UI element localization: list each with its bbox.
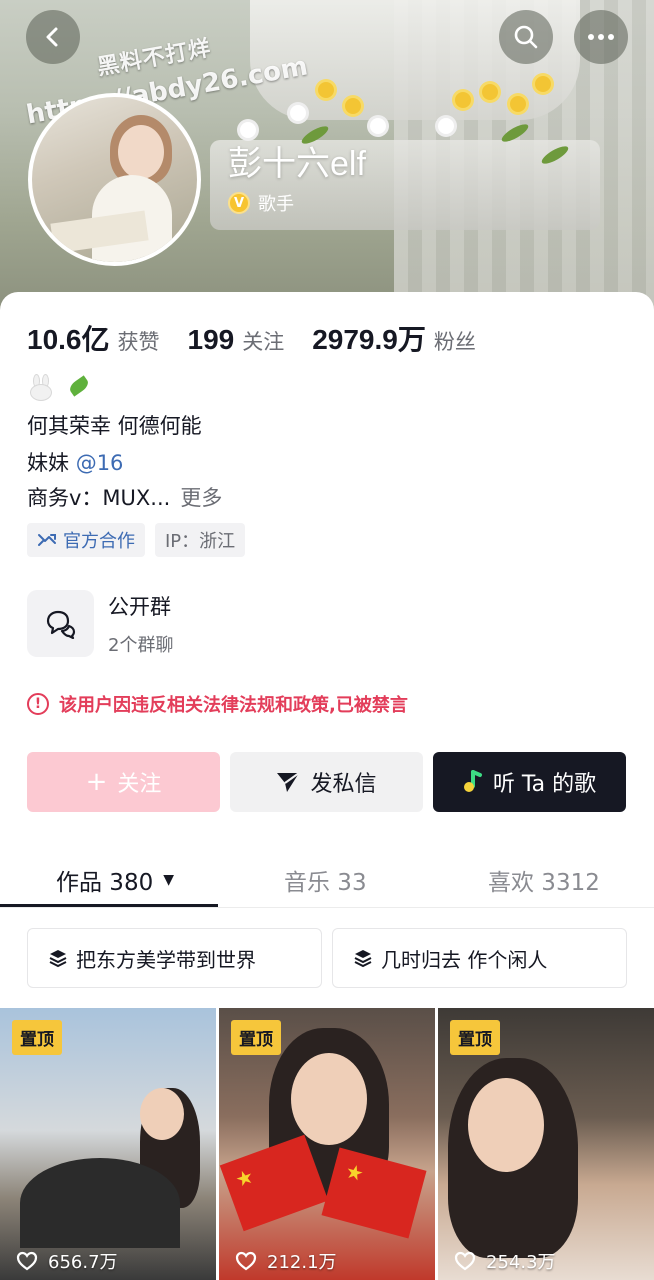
rabbit-icon [27,374,55,402]
public-group-entry[interactable]: 公开群 2个群聊 [27,590,173,657]
official-cooperation-tag[interactable]: 官方合作 [27,523,145,557]
video-grid: 置顶 656.7万 ★ ★ 置顶 212.1万 置顶 254.3万 [0,1008,654,1280]
bio-sister-label: 妹妹 [27,451,76,475]
video-likes: 212.1万 [235,1248,337,1274]
followers-count[interactable]: 2979.9万 [312,318,426,358]
bio-emoji-row [27,374,91,402]
tab-works-label: 作品 380 [56,870,154,896]
ip-location-tag: IP：浙江 [155,523,246,557]
collection-item[interactable]: 几时归去 作个闲人 [332,928,627,988]
bio-more-link[interactable]: 更多 [180,486,222,510]
mention-link[interactable]: @16 [76,451,124,475]
collections-row: 把东方美学带到世界 几时归去 作个闲人 [27,928,627,988]
banned-notice-text: 该用户因违反相关法律法规和政策,已被禁言 [59,695,408,716]
collection-item[interactable]: 把东方美学带到世界 [27,928,322,988]
verified-label: 歌手 [258,194,294,215]
bio-line-3: 商务v：MUX... 更多 [27,482,222,512]
tab-likes[interactable]: 喜欢 3312 [488,852,600,908]
listen-music-label: 听 Ta 的歌 [492,772,597,797]
message-button[interactable]: 发私信 [230,752,423,812]
send-icon [277,772,301,792]
layers-icon [49,950,67,968]
active-tab-indicator [0,904,218,907]
followers-label[interactable]: 粉丝 [434,326,476,356]
business-contact: 商务v：MUX... [27,486,171,510]
flower [510,96,526,112]
caret-down-icon: ▼ [163,872,174,888]
likes-count: 10.6亿 [27,324,110,355]
flower [345,98,361,114]
plus-icon: + [85,767,108,797]
collection-label: 几时归去 作个闲人 [381,947,548,972]
verified-icon: V [228,192,250,214]
flower [455,92,471,108]
official-cooperation-label: 官方合作 [63,531,135,552]
video-thumbnail[interactable]: 置顶 254.3万 [438,1008,654,1280]
video-likes: 656.7万 [16,1248,118,1274]
content-tabs: 作品 380 ▼ 音乐 33 喜欢 3312 [0,852,654,908]
more-dots-icon [588,34,614,40]
layers-icon [354,950,372,968]
tags-row: 官方合作 IP：浙江 [27,523,246,557]
handshake-icon [38,534,56,546]
video-thumbnail[interactable]: ★ ★ 置顶 212.1万 [219,1008,435,1280]
flower [482,84,498,100]
tab-likes-label: 喜欢 3312 [488,870,600,896]
stats-row: 10.6亿 获赞 199 关注 2979.9万 粉丝 [27,318,504,358]
dress-shape [20,1158,180,1248]
video-likes: 254.3万 [454,1248,556,1274]
tab-works[interactable]: 作品 380 ▼ [56,852,174,908]
flower [535,76,551,92]
tab-music[interactable]: 音乐 33 [284,852,367,908]
back-button[interactable] [26,10,80,64]
flag-shape: ★ [321,1147,427,1239]
ip-location-label: IP：浙江 [165,531,236,552]
profile-card: 10.6亿 获赞 199 关注 2979.9万 粉丝 何其荣幸 何德何能 妹妹 … [0,292,654,1280]
video-likes-count: 254.3万 [486,1252,556,1273]
group-subtitle: 2个群聊 [108,634,174,656]
follow-button[interactable]: + 关注 [27,752,220,812]
avatar[interactable] [28,93,201,266]
chevron-left-icon [46,27,58,47]
search-icon [514,25,538,49]
following-count[interactable]: 199 [188,324,235,356]
herb-icon [63,374,91,402]
video-thumbnail[interactable]: 置顶 656.7万 [0,1008,216,1280]
verified-badge: V 歌手 [228,190,294,216]
bio-line-2: 妹妹 @16 [27,447,123,477]
flower [438,118,454,134]
flower [370,118,386,134]
banned-notice: ! 该用户因违反相关法律法规和政策,已被禁言 [27,691,408,717]
profile-name: 彭十六elf [228,145,366,183]
avatar-face [118,125,164,179]
heart-icon [16,1251,38,1271]
pinned-badge: 置顶 [231,1020,281,1055]
pinned-badge: 置顶 [450,1020,500,1055]
more-button[interactable] [574,10,628,64]
video-likes-count: 656.7万 [48,1252,118,1273]
music-note-icon [463,770,482,792]
action-buttons: + 关注 发私信 听 Ta 的歌 [27,752,626,812]
collection-label: 把东方美学带到世界 [76,947,256,972]
listen-music-button[interactable]: 听 Ta 的歌 [433,752,626,812]
heart-icon [235,1251,257,1271]
message-label: 发私信 [310,772,377,797]
chat-bubbles-icon [27,590,94,657]
tab-music-label: 音乐 33 [284,870,367,896]
flower [290,105,306,121]
video-likes-count: 212.1万 [267,1252,337,1273]
follow-label: 关注 [117,772,162,797]
group-title: 公开群 [108,594,171,619]
search-button[interactable] [499,10,553,64]
pinned-badge: 置顶 [12,1020,62,1055]
heart-icon [454,1251,476,1271]
warning-icon: ! [27,693,49,715]
likes-label: 获赞 [117,330,160,354]
following-label[interactable]: 关注 [242,326,284,356]
bio-line-1: 何其荣幸 何德何能 [27,414,202,438]
